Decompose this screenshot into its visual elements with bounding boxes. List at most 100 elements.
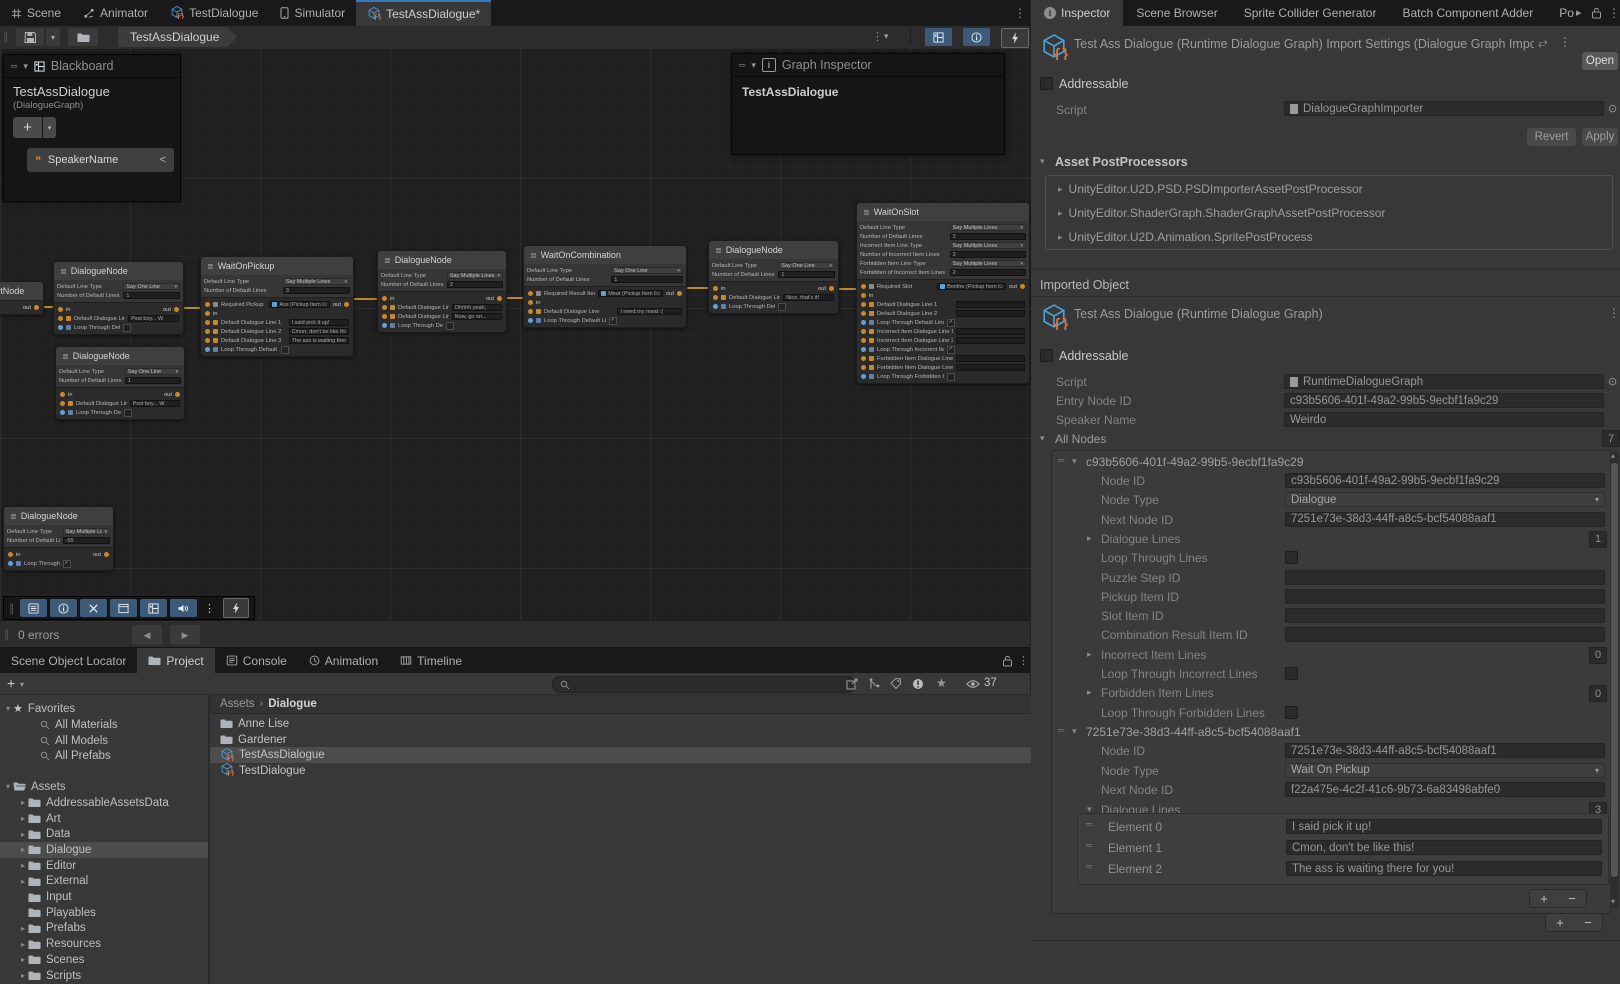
row-field[interactable]: f22a475e-4c2f-41c6-9b73-6a83498abfe0 [1285,782,1605,797]
port-dot[interactable] [861,329,866,334]
prop-dropdown[interactable]: Say One Line▾ [778,262,835,269]
hierarchy-filter-icon[interactable] [868,678,880,690]
port-dot[interactable] [861,347,866,352]
object-field[interactable]: Ass (Pickup Item Data)⊙ [269,301,329,308]
remove-element-button[interactable]: − [1584,915,1592,930]
port-dot[interactable] [861,338,866,343]
open-asset-button[interactable] [68,28,98,46]
tab-sprite-collider-generator[interactable]: Sprite Collider Generator [1231,0,1390,26]
foldout-icon[interactable]: ▸ [1087,649,1092,660]
object-field[interactable]: Meat (Pickup Item Data)⊙ [598,290,663,297]
expand-arrow-icon[interactable]: ▸ [18,971,28,980]
port-dot[interactable] [60,410,65,415]
port-dot[interactable] [861,356,866,361]
prop-dropdown[interactable]: Say One Line▾ [123,283,180,290]
tree-item-all-materials[interactable]: All Materials [0,717,208,733]
revert-button[interactable]: Revert [1527,128,1576,146]
port-dot[interactable] [1020,284,1025,289]
scroll-up-icon[interactable]: ▴ [1611,451,1615,460]
tab-batch-component-adder[interactable]: Batch Component Adder [1389,0,1546,26]
graph-inspector-panel[interactable]: ═▾iGraph InspectorTestAssDialogue [731,53,1005,155]
list-item-testdialogue[interactable]: {}TestDialogue [210,763,1031,779]
window-button[interactable] [110,599,137,617]
element-field[interactable]: Cmon, don't be like this! [1286,840,1602,855]
save-button[interactable] [16,28,44,46]
foldout-icon[interactable]: ▸ [1058,232,1063,243]
blackboard-panel[interactable]: ═▾BlackboardTestAssDialogue(DialogueGrap… [3,54,181,202]
create-asset-button[interactable]: + [7,675,15,691]
port-dot[interactable] [34,305,39,310]
layout-button[interactable] [140,599,167,617]
row-field[interactable]: RuntimeDialogueGraph [1284,374,1604,389]
tab-testdialogue[interactable]: {}TestDialogue [159,0,269,26]
row-field[interactable]: c93b5606-401f-49a2-99b5-9ecbf1fa9c29 [1284,393,1604,408]
tree-assets-root[interactable]: ▾Assets [0,779,208,795]
row-field[interactable] [1285,570,1605,585]
object-picker-icon[interactable]: ⊙ [656,291,660,297]
tree-favorites[interactable]: ▾★Favorites [0,701,208,717]
prop-dropdown[interactable]: Say Multiple Lines▾ [950,260,1026,267]
object-picker-icon[interactable]: ⊙ [999,284,1003,290]
port-dot[interactable] [713,295,718,300]
prop-input[interactable]: 2 [447,281,503,288]
expand-arrow-icon[interactable]: ▸ [18,861,28,870]
scroll-down-icon[interactable]: ▾ [1611,897,1615,906]
port-dot[interactable] [205,347,210,352]
favorite-filter-icon[interactable]: ★ [936,676,947,690]
open-button[interactable]: Open [1582,52,1618,70]
scrollbar-thumb[interactable] [1611,463,1618,877]
graph-canvas[interactable]: ≣StartNodeSpeakerNameout≣DialogueNodeDef… [0,48,1031,620]
inspector-lock-icon[interactable] [1591,7,1602,19]
prev-error-button[interactable]: ◀ [132,625,162,645]
expand-arrow-icon[interactable]: ▸ [18,798,28,807]
port-dot[interactable] [497,296,502,301]
drag-handle-icon[interactable]: ═ [1086,861,1092,871]
graph-node-dialoguenode[interactable]: ≣DialogueNodeDefault Line TypeSay One Li… [53,261,184,335]
row-field[interactable]: Weirdo [1284,412,1604,427]
port-dot[interactable] [104,552,109,557]
drag-handle-icon[interactable]: ═ [739,60,745,70]
script-field[interactable]: DialogueGraphImporter [1284,101,1604,116]
graph-node-dialoguenode[interactable]: ≣DialogueNodeDefault Line TypeSay Multip… [3,506,114,571]
expand-arrow-icon[interactable]: ▸ [18,955,28,964]
port-dot[interactable] [382,296,387,301]
foldout-icon[interactable]: ▾ [1072,456,1077,467]
port-dot[interactable] [861,284,866,289]
prop-dropdown[interactable]: Say One Line▾ [125,368,181,375]
line-input[interactable] [956,310,1025,317]
port-dot[interactable] [205,329,210,334]
tab-simulator[interactable]: Simulator [269,0,356,26]
checkbox[interactable]: ✓ [947,319,955,327]
prop-input[interactable]: 1 [123,292,180,299]
prop-dropdown[interactable]: Say Multiple Lines▾ [283,278,350,285]
tab-animator[interactable]: Animator [72,0,159,26]
row-field[interactable]: 7251e73e-38d3-44ff-a8c5-bcf54088aaf1 [1285,743,1605,758]
graph-node-dialoguenode[interactable]: ≣DialogueNodeDefault Line TypeSay Multip… [377,250,507,333]
prop-input[interactable]: 1 [125,377,181,384]
line-input[interactable]: Cmon, don't be like this! [289,328,349,335]
postprocessor-item[interactable]: ▸UnityEditor.ShaderGraph.ShaderGraphAsse… [1058,204,1385,222]
port-dot[interactable] [861,311,866,316]
line-input[interactable] [956,328,1025,335]
save-dropdown-button[interactable]: ▾ [46,28,60,46]
port-dot[interactable] [528,291,533,296]
tab-testassdialogue-[interactable]: {}TestAssDialogue* [356,0,491,26]
list-item-anne lise[interactable]: Anne Lise [210,716,1031,732]
tab-scene[interactable]: Scene [0,0,72,26]
line-input[interactable] [956,301,1025,308]
line-input[interactable] [956,364,1025,371]
graph-node-dialoguenode[interactable]: ≣DialogueNodeDefault Line TypeSay One Li… [708,240,839,314]
port-dot[interactable] [861,374,866,379]
postprocessor-item[interactable]: ▸UnityEditor.U2D.PSD.PSDImporterAssetPos… [1058,180,1363,198]
breadcrumb-root[interactable]: Assets [220,698,255,710]
presets-icon[interactable]: ⥂ [1538,35,1548,50]
prop-input[interactable]: 2 [950,269,1026,276]
row-field[interactable] [1285,589,1605,604]
drag-handle-icon[interactable]: ═ [11,61,17,71]
row-field[interactable]: c93b5606-401f-49a2-99b5-9ecbf1fa9c29 [1285,473,1605,488]
port-dot[interactable] [861,302,866,307]
prop-input[interactable]: 2 [950,233,1026,240]
drag-handle-icon[interactable]: ═ [1058,455,1064,465]
tab-scene-browser[interactable]: Scene Browser [1123,0,1230,26]
row-checkbox[interactable] [1285,706,1298,719]
